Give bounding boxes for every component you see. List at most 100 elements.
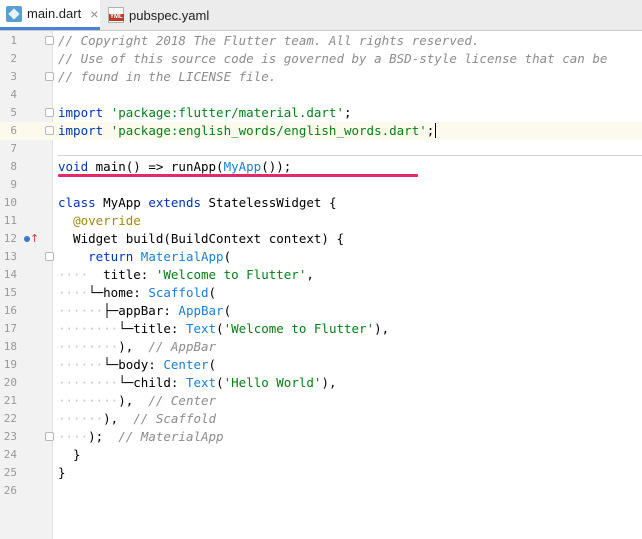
- line-number: 9: [10, 178, 17, 191]
- code-text: import 'package:english_words/english_wo…: [58, 122, 437, 140]
- code-line[interactable]: 13 return MaterialApp(: [0, 248, 642, 266]
- code-token: }: [58, 465, 66, 480]
- code-line[interactable]: 3 // found in the LICENSE file.: [0, 68, 642, 86]
- line-number: 12: [3, 232, 17, 245]
- override-arrow-icon: ↑: [30, 232, 40, 245]
- code-token: main() => runApp(: [95, 159, 224, 174]
- code-token: (: [223, 249, 232, 264]
- fold-marker-icon[interactable]: [45, 252, 54, 261]
- code-line[interactable]: 10 class MyApp extends StatelessWidget {: [0, 194, 642, 212]
- indent-guide: ······: [58, 303, 104, 318]
- line-number: 2: [10, 52, 17, 65]
- code-line[interactable]: 4: [0, 86, 642, 104]
- code-text: ········└─child: Text('Hello World'),: [58, 374, 337, 392]
- code-line[interactable]: 1 // Copyright 2018 The Flutter team. All…: [0, 32, 642, 50]
- code-line[interactable]: 16 ······├─appBar: AppBar(: [0, 302, 642, 320]
- indent-guide: ····: [58, 267, 89, 282]
- code-token: Text: [185, 321, 217, 336]
- yaml-icon-text: YML: [109, 14, 124, 21]
- code-line[interactable]: 14 ···· title: 'Welcome to Flutter',: [0, 266, 642, 284]
- line-number: 5: [10, 106, 17, 119]
- code-token: // Use of this source code is governed b…: [58, 51, 608, 66]
- dart-file-icon: [6, 5, 22, 22]
- code-line[interactable]: 9: [0, 176, 642, 194]
- code-token: ),: [103, 411, 134, 426]
- code-token: └─child:: [118, 375, 186, 390]
- code-token: (: [223, 303, 232, 318]
- code-text: }: [58, 464, 66, 482]
- code-line[interactable]: 18 ········), // AppBar: [0, 338, 642, 356]
- code-line[interactable]: 5 import 'package:flutter/material.dart';: [0, 104, 642, 122]
- line-number: 26: [3, 484, 17, 497]
- code-line[interactable]: 8 void main() => runApp(MyApp());: [0, 158, 642, 176]
- code-token: └─body:: [103, 357, 164, 372]
- code-text: ···· title: 'Welcome to Flutter',: [58, 266, 314, 284]
- code-text: // Use of this source code is governed b…: [58, 50, 607, 68]
- code-token: ),: [374, 321, 390, 336]
- close-tab-icon[interactable]: ×: [90, 6, 98, 22]
- code-token: }: [58, 447, 81, 462]
- tab-label: main.dart: [27, 6, 82, 21]
- fold-marker-icon[interactable]: [45, 36, 54, 45]
- indent-guide: ····: [58, 429, 89, 444]
- line-number: 1: [10, 34, 17, 47]
- code-token: ,: [306, 267, 314, 282]
- fold-marker-icon[interactable]: [45, 108, 54, 117]
- tab-pubspec-yaml[interactable]: YML pubspec.yaml: [108, 0, 238, 30]
- code-token: // found in the LICENSE file.: [58, 69, 277, 84]
- code-token: // AppBar: [148, 339, 217, 354]
- line-number: 25: [3, 466, 17, 479]
- code-line[interactable]: 17 ········└─title: Text('Welcome to Flut…: [0, 320, 642, 338]
- code-token: import: [58, 105, 111, 120]
- fold-marker-icon[interactable]: [45, 432, 54, 441]
- code-token: (: [208, 357, 217, 372]
- code-editor[interactable]: 1 // Copyright 2018 The Flutter team. All…: [0, 31, 642, 539]
- code-text: ········), // AppBar: [58, 338, 216, 356]
- code-line[interactable]: 21 ········), // Center: [0, 392, 642, 410]
- code-line[interactable]: 23 ····); // MaterialApp: [0, 428, 642, 446]
- line-number: 18: [3, 340, 17, 353]
- editor-tab-bar: main.dart × YML pubspec.yaml: [0, 0, 642, 31]
- line-number: 3: [10, 70, 17, 83]
- code-line[interactable]: 22 ······), // Scaffold: [0, 410, 642, 428]
- fold-marker-icon[interactable]: [45, 72, 54, 81]
- code-token: StatelessWidget {: [208, 195, 337, 210]
- override-method-icon[interactable]: ↑: [24, 232, 40, 245]
- code-token: (: [216, 321, 224, 336]
- code-token: class: [58, 195, 104, 210]
- indent-guide: ····: [58, 285, 89, 300]
- code-line[interactable]: 7: [0, 140, 642, 158]
- code-line[interactable]: 2 // Use of this source code is governed …: [0, 50, 642, 68]
- fold-marker-icon[interactable]: [45, 126, 54, 135]
- indent-guide: ······: [58, 357, 104, 372]
- code-token: // Center: [148, 393, 217, 408]
- code-line[interactable]: 19 ······└─body: Center(: [0, 356, 642, 374]
- code-line[interactable]: 11 @override: [0, 212, 642, 230]
- code-token: // Copyright 2018 The Flutter team. All …: [58, 33, 480, 48]
- code-line[interactable]: 12 ↑ Widget build(BuildContext context) {: [0, 230, 642, 248]
- code-line[interactable]: 20 ········└─child: Text('Hello World'),: [0, 374, 642, 392]
- code-token: // Scaffold: [133, 411, 217, 426]
- code-text: class MyApp extends StatelessWidget {: [58, 194, 336, 212]
- code-token: ├─appBar:: [103, 303, 179, 318]
- code-line[interactable]: 15 ····└─home: Scaffold(: [0, 284, 642, 302]
- code-token: Text: [185, 375, 217, 390]
- code-text: ······└─body: Center(: [58, 356, 216, 374]
- line-number: 8: [10, 160, 17, 173]
- code-token: (: [216, 375, 224, 390]
- code-token: 'package:english_words/english_words.dar…: [110, 123, 427, 138]
- code-token: Scaffold: [148, 285, 209, 300]
- line-number: 10: [3, 196, 17, 209]
- code-line[interactable]: 24 }: [0, 446, 642, 464]
- code-token: extends: [148, 195, 209, 210]
- code-line[interactable]: 26: [0, 482, 642, 500]
- indent-guide: ········: [58, 321, 119, 336]
- code-token: 'Welcome to Flutter': [223, 321, 375, 336]
- code-line[interactable]: 6 import 'package:english_words/english_w…: [0, 122, 642, 140]
- code-line[interactable]: 25}: [0, 464, 642, 482]
- code-token: ;: [343, 105, 352, 120]
- indent-guide: ········: [58, 393, 119, 408]
- code-token: 'Welcome to Flutter': [155, 267, 307, 282]
- tab-main-dart[interactable]: main.dart ×: [0, 0, 100, 30]
